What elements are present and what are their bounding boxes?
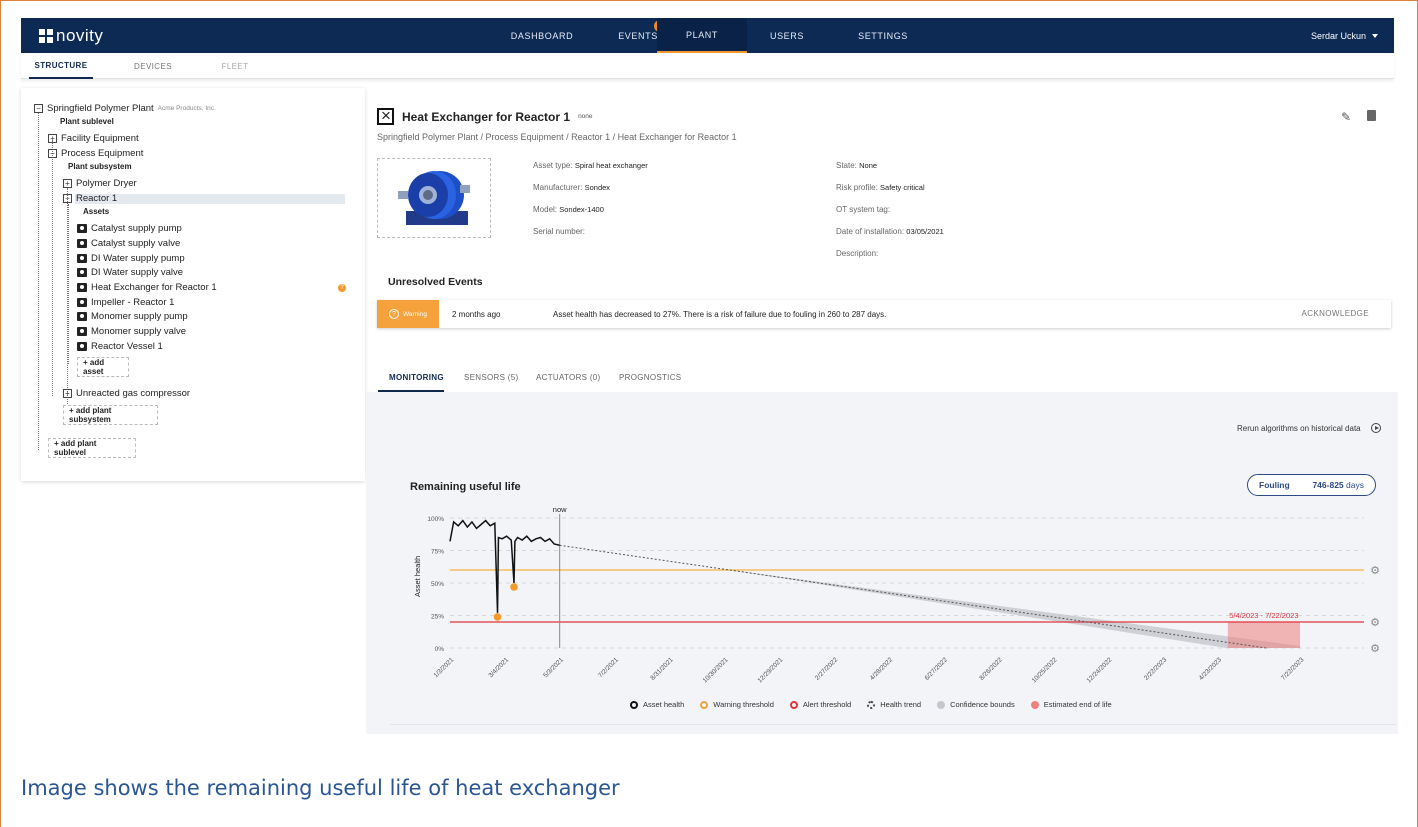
gear-icon: ⚙	[1370, 564, 1380, 577]
legend-marker	[937, 700, 946, 709]
chart-legend: Asset health Warning threshold Alert thr…	[630, 700, 1112, 709]
legend-marker	[867, 700, 876, 709]
now-label: now	[553, 505, 567, 514]
event-warning-marker	[493, 613, 502, 621]
x-tick-label: 4/23/2023	[1198, 656, 1224, 682]
estimated-end-of-life-region	[1227, 622, 1300, 648]
y-tick-label: 100%	[427, 516, 444, 523]
y-tick-label: 0%	[435, 646, 445, 653]
legend-marker	[630, 700, 638, 709]
legend-confidence-bounds[interactable]: Confidence bounds	[937, 700, 1015, 709]
legend-warning-threshold[interactable]: Warning threshold	[700, 700, 774, 709]
x-tick-label: 5/3/2021	[542, 656, 565, 679]
y-tick-label: 50%	[431, 581, 444, 588]
legend-marker	[1030, 700, 1039, 709]
x-tick-label: 8/26/2022	[978, 656, 1004, 682]
x-tick-label: 2/27/2022	[814, 656, 840, 682]
x-tick-label: 1/3/2021	[433, 656, 456, 679]
x-tick-label: 4/28/2022	[869, 656, 895, 682]
y-tick-label: 75%	[431, 549, 444, 556]
gear-icon: ⚙	[1370, 616, 1380, 629]
asset-health-line	[449, 519, 560, 613]
legend-asset-health[interactable]: Asset health	[630, 700, 684, 709]
x-tick-label: 12/24/2022	[1086, 656, 1114, 684]
gear-icon: ⚙	[1370, 642, 1380, 655]
figure-caption: Image shows the remaining useful life of…	[21, 776, 620, 800]
legend-marker	[789, 700, 798, 709]
legend-alert-threshold[interactable]: Alert threshold	[789, 700, 851, 709]
x-tick-label: 12/29/2021	[756, 656, 784, 684]
legend-health-trend[interactable]: Health trend	[867, 700, 921, 709]
y-tick-label: 25%	[431, 614, 444, 621]
x-tick-label: 8/31/2021	[649, 656, 675, 682]
x-tick-label: 7/2/2021	[597, 656, 620, 679]
x-tick-label: 10/25/2022	[1031, 656, 1059, 684]
x-tick-label: 2/22/2023	[1143, 656, 1169, 682]
x-tick-label: 10/30/2021	[702, 656, 730, 684]
y-axis-label: Asset health	[413, 556, 422, 597]
x-tick-label: 7/22/2023	[1280, 656, 1306, 682]
x-tick-label: 3/4/2021	[487, 656, 510, 679]
legend-marker	[700, 700, 709, 709]
legend-estimated-end-of-life[interactable]: Estimated end of life	[1030, 700, 1112, 709]
panel-divider	[390, 724, 1396, 725]
confidence-bounds-area	[724, 569, 1300, 648]
event-warning-marker	[510, 583, 518, 591]
end-of-life-label: 5/4/2023 - 7/22/2023	[1229, 611, 1298, 620]
x-tick-label: 6/27/2022	[924, 656, 950, 682]
